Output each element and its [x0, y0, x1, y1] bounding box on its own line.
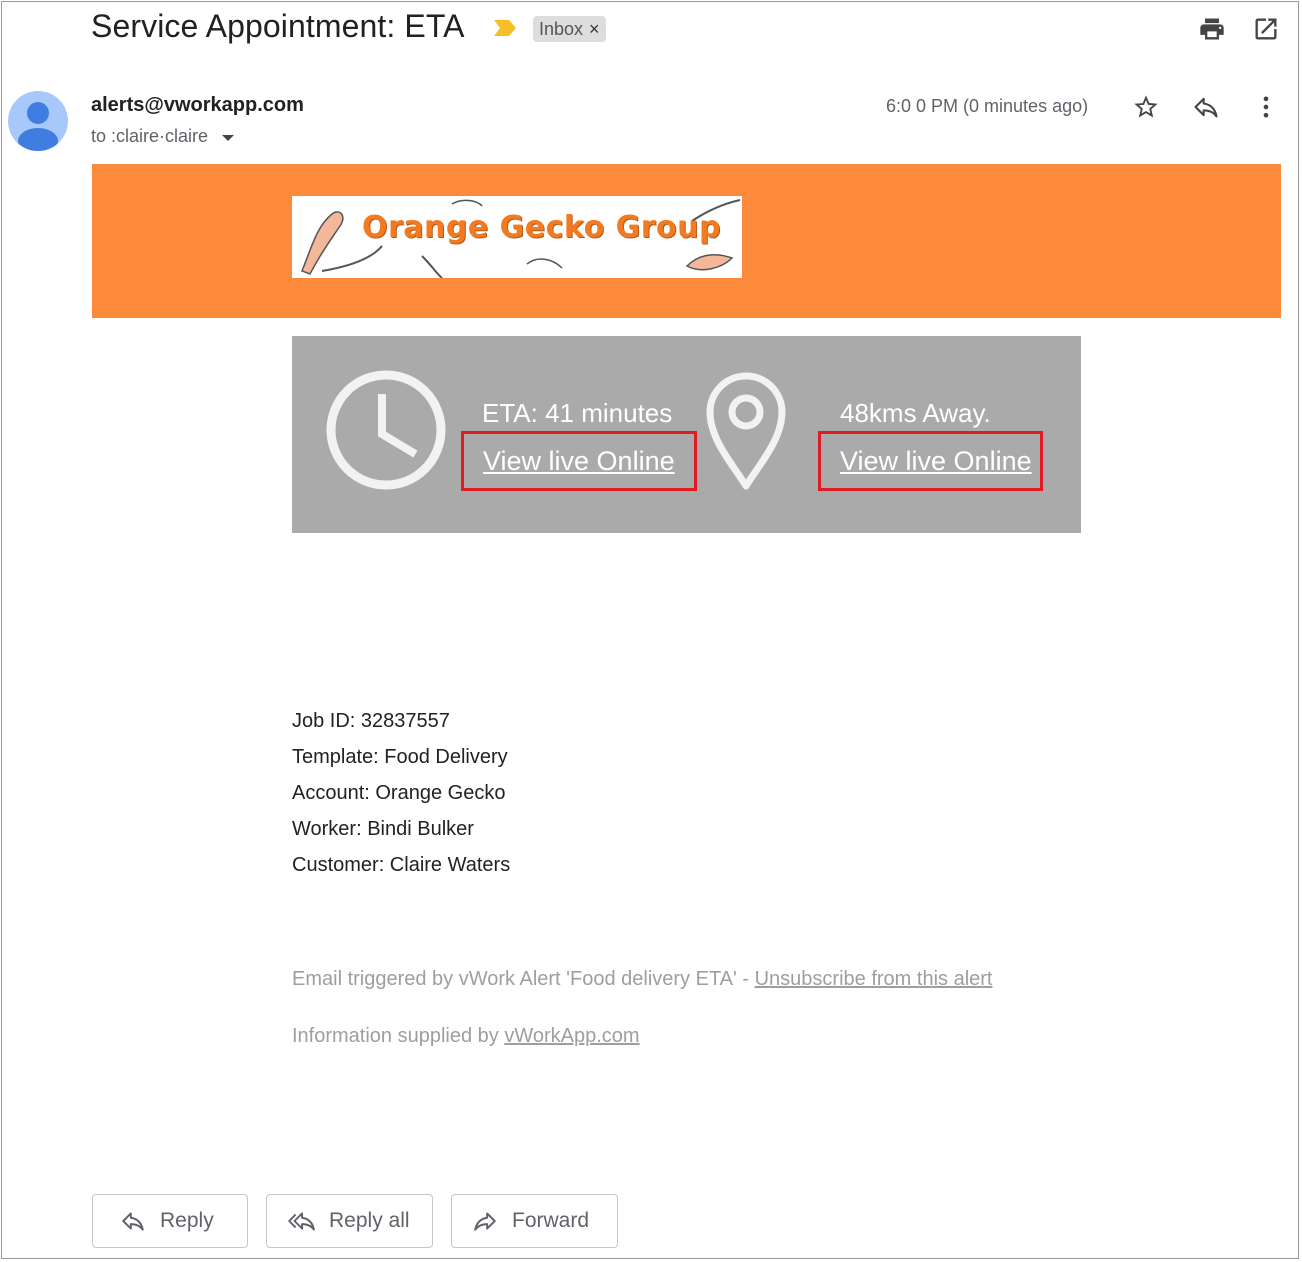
eta-minutes-text: ETA: 41 minutes	[482, 398, 673, 428]
detail-account: Account: Orange Gecko	[292, 782, 506, 804]
reply-all-label: Reply all	[329, 1209, 410, 1232]
eta-view-live-link[interactable]: View live Online	[483, 446, 675, 477]
sender-address: alerts@vworkapp.com	[91, 94, 304, 116]
forward-icon	[474, 1212, 496, 1231]
forward-button[interactable]: Forward	[451, 1194, 618, 1248]
location-pin-icon	[706, 372, 786, 490]
supplied-line: Information supplied by vWorkApp.com	[292, 1025, 640, 1048]
importance-marker-icon[interactable]	[492, 18, 518, 38]
distance-live-link-highlight: View live Online	[818, 431, 1043, 491]
reply-icon	[122, 1212, 144, 1231]
sender-avatar[interactable]	[8, 91, 68, 151]
detail-job-id: Job ID: 32837557	[292, 710, 450, 732]
detail-template: Template: Food Delivery	[292, 746, 508, 768]
remove-label-icon[interactable]: ×	[589, 19, 600, 40]
forward-label: Forward	[512, 1209, 590, 1232]
recipient-line[interactable]: to :claire·claire	[91, 126, 235, 147]
unsubscribe-link[interactable]: Unsubscribe from this alert	[755, 968, 993, 990]
inbox-label-text: Inbox	[539, 18, 584, 39]
email-timestamp: 6:0 0 PM (0 minutes ago)	[886, 96, 1089, 116]
orange-gecko-logo: Orange Gecko Group	[292, 196, 742, 278]
recipient-text: to :claire·claire	[91, 126, 209, 146]
more-vert-icon[interactable]	[1251, 92, 1281, 122]
avatar-icon	[18, 102, 58, 151]
trigger-text: Email triggered by vWork Alert 'Food del…	[292, 968, 755, 990]
print-icon[interactable]	[1197, 14, 1227, 44]
reply-icon[interactable]	[1191, 92, 1221, 122]
detail-customer: Customer: Claire Waters	[292, 854, 511, 876]
detail-worker: Worker: Bindi Bulker	[292, 818, 474, 840]
reply-all-icon	[288, 1212, 315, 1231]
supplied-text: Information supplied by	[292, 1025, 505, 1047]
vworkapp-link[interactable]: vWorkApp.com	[504, 1025, 639, 1047]
open-in-new-window-icon[interactable]	[1251, 14, 1281, 44]
eta-live-link-highlight: View live Online	[461, 431, 697, 491]
eta-panel: ETA: 41 minutes View live Online 48kms A…	[292, 336, 1081, 533]
job-details: Job ID: 32837557 Template: Food Delivery…	[292, 703, 510, 883]
chevron-down-icon[interactable]	[222, 134, 235, 141]
star-icon[interactable]	[1131, 92, 1161, 122]
distance-away-text: 48kms Away.	[840, 398, 991, 428]
clock-icon	[326, 370, 446, 490]
logo-text: Orange Gecko Group	[362, 210, 721, 245]
distance-view-live-link[interactable]: View live Online	[840, 446, 1032, 477]
inbox-label-chip: Inbox ×	[533, 16, 606, 42]
trigger-line: Email triggered by vWork Alert 'Food del…	[292, 968, 992, 991]
reply-label: Reply	[160, 1209, 214, 1232]
reply-button[interactable]: Reply	[92, 1194, 248, 1248]
email-subject: Service Appointment: ETA	[91, 8, 465, 44]
reply-all-button[interactable]: Reply all	[266, 1194, 433, 1248]
